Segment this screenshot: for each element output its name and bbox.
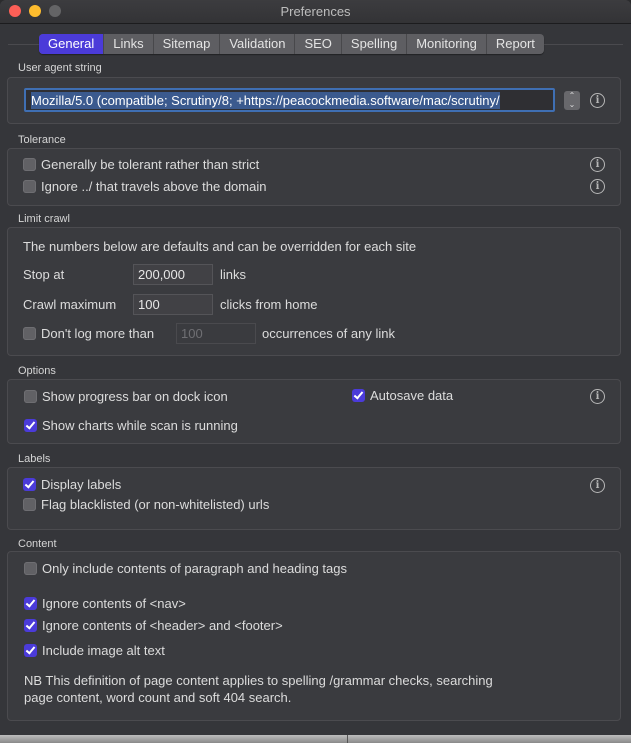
tolerant-label: Generally be tolerant rather than strict <box>41 157 260 172</box>
tab-sitemap[interactable]: Sitemap <box>154 34 221 54</box>
stop-at-input[interactable]: 200,000 <box>133 264 213 285</box>
display-labels-label: Display labels <box>41 477 122 492</box>
options-info-icon[interactable]: i <box>590 389 605 404</box>
ignore-nav-option[interactable]: Ignore contents of <nav> <box>24 596 186 611</box>
ignore-header-footer-checkbox[interactable] <box>24 619 37 632</box>
background-window <box>0 735 631 743</box>
progress-bar-label: Show progress bar on dock icon <box>42 389 228 404</box>
content-note-line-2: page content, word count and soft 404 se… <box>24 690 292 705</box>
tolerant-info-icon[interactable]: i <box>590 157 605 172</box>
show-charts-label: Show charts while scan is running <box>42 418 238 433</box>
flag-blacklisted-checkbox[interactable] <box>23 498 36 511</box>
ignore-above-domain-label: Ignore ../ that travels above the domain <box>41 179 267 194</box>
stop-at-label: Stop at <box>23 267 65 282</box>
only-paragraph-option[interactable]: Only include contents of paragraph and h… <box>24 561 347 576</box>
ignore-above-domain-option[interactable]: Ignore ../ that travels above the domain <box>23 179 266 194</box>
progress-bar-checkbox[interactable] <box>24 390 37 403</box>
user-agent-section-label: User agent string <box>18 62 102 74</box>
tab-report[interactable]: Report <box>487 34 544 54</box>
autosave-label: Autosave data <box>370 388 454 403</box>
tab-monitoring[interactable]: Monitoring <box>407 34 487 54</box>
ignore-header-footer-label: Ignore contents of <header> and <footer> <box>42 618 283 633</box>
ignore-header-footer-option[interactable]: Ignore contents of <header> and <footer> <box>24 618 283 633</box>
stop-at-row: Stop at 200,000 links <box>23 264 246 285</box>
title-bar: Preferences <box>0 0 631 24</box>
limit-crawl-section-label: Limit crawl <box>18 213 70 225</box>
labels-info-icon[interactable]: i <box>590 478 605 493</box>
tab-validation[interactable]: Validation <box>220 34 296 54</box>
tolerant-option[interactable]: Generally be tolerant rather than strict <box>23 157 259 172</box>
chevron-up-icon: ⌃ <box>568 91 576 100</box>
tab-bar: General Links Sitemap Validation SEO Spe… <box>39 34 544 54</box>
tab-general[interactable]: General <box>39 34 105 54</box>
user-agent-stepper[interactable]: ⌃ ⌄ <box>564 91 580 110</box>
window-title: Preferences <box>280 4 351 19</box>
flag-blacklisted-option[interactable]: Flag blacklisted (or non-whitelisted) ur… <box>23 497 269 512</box>
show-charts-checkbox[interactable] <box>24 419 37 432</box>
dont-log-label: Don't log more than <box>41 326 155 341</box>
stop-at-unit: links <box>220 267 247 282</box>
dont-log-input[interactable]: 100 <box>176 323 256 344</box>
options-section-label: Options <box>18 365 56 377</box>
display-labels-checkbox[interactable] <box>23 478 36 491</box>
content-note-line-1: NB This definition of page content appli… <box>24 673 493 688</box>
only-paragraph-label: Only include contents of paragraph and h… <box>42 561 347 576</box>
alt-text-checkbox[interactable] <box>24 644 37 657</box>
ignore-above-domain-info-icon[interactable]: i <box>590 179 605 194</box>
tab-seo[interactable]: SEO <box>295 34 342 54</box>
autosave-option[interactable]: Autosave data <box>352 388 453 403</box>
dont-log-checkbox[interactable] <box>23 327 36 340</box>
limit-crawl-note: The numbers below are defaults and can b… <box>23 239 417 254</box>
ignore-nav-label: Ignore contents of <nav> <box>42 596 186 611</box>
dont-log-row: Don't log more than 100 occurrences of a… <box>23 323 395 344</box>
ignore-above-domain-checkbox[interactable] <box>23 180 36 193</box>
crawl-max-input[interactable]: 100 <box>133 294 213 315</box>
preferences-window: Preferences General Links Sitemap Valida… <box>0 0 631 735</box>
dont-log-unit: occurrences of any link <box>262 326 395 341</box>
progress-bar-option[interactable]: Show progress bar on dock icon <box>24 389 228 404</box>
show-charts-option[interactable]: Show charts while scan is running <box>24 418 238 433</box>
content-section-label: Content <box>18 538 57 550</box>
crawl-max-unit: clicks from home <box>220 297 318 312</box>
only-paragraph-checkbox[interactable] <box>24 562 37 575</box>
background-divider <box>347 735 348 743</box>
ignore-nav-checkbox[interactable] <box>24 597 37 610</box>
user-agent-info-icon[interactable]: i <box>590 93 605 108</box>
tolerance-section-label: Tolerance <box>18 134 66 146</box>
crawl-max-label: Crawl maximum <box>23 297 117 312</box>
tab-spelling[interactable]: Spelling <box>342 34 408 54</box>
flag-blacklisted-label: Flag blacklisted (or non-whitelisted) ur… <box>41 497 270 512</box>
chevron-down-icon: ⌄ <box>568 100 576 109</box>
alt-text-option[interactable]: Include image alt text <box>24 643 165 658</box>
user-agent-value: Mozilla/5.0 (compatible; Scrutiny/8; +ht… <box>31 91 500 109</box>
tolerant-checkbox[interactable] <box>23 158 36 171</box>
display-labels-option[interactable]: Display labels <box>23 477 121 492</box>
alt-text-label: Include image alt text <box>42 643 165 658</box>
tab-links[interactable]: Links <box>104 34 154 54</box>
labels-section-label: Labels <box>18 453 51 465</box>
crawl-max-row: Crawl maximum 100 clicks from home <box>23 294 318 315</box>
user-agent-input[interactable]: Mozilla/5.0 (compatible; Scrutiny/8; +ht… <box>24 88 555 112</box>
autosave-checkbox[interactable] <box>352 389 365 402</box>
